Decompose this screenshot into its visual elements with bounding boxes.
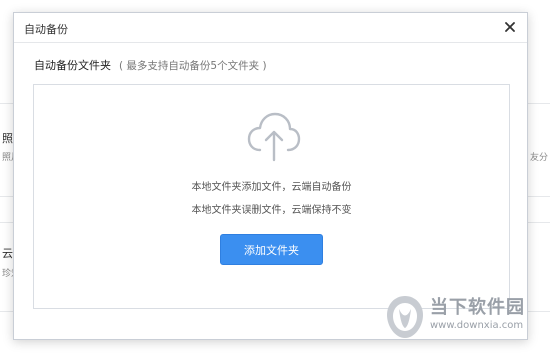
watermark-url: www.downxia.com: [430, 320, 524, 331]
dialog-title: 自动备份: [24, 23, 68, 36]
section-hint: ( 最多支持自动备份5个文件夹 ): [119, 60, 267, 72]
cloud-upload-icon: [247, 112, 301, 162]
watermark-brand: 当下软件园: [430, 297, 525, 318]
section-label-text: 自动备份文件夹: [34, 59, 111, 72]
folder-drop-zone[interactable]: 本地文件夹添加文件，云端自动备份 本地文件夹误删文件，云端保持不变 添加文件夹: [33, 84, 510, 309]
section-label: 自动备份文件夹 ( 最多支持自动备份5个文件夹 ): [34, 57, 267, 73]
background-row-right-text: 友分: [530, 153, 549, 163]
watermark: 当下软件园 www.downxia.com: [385, 288, 545, 348]
close-icon: [505, 22, 515, 32]
drop-zone-hint-line2: 本地文件夹误删文件，云端保持不变: [191, 205, 352, 216]
add-folder-button[interactable]: 添加文件夹: [220, 234, 323, 265]
close-button[interactable]: [501, 18, 519, 36]
dialog-header: 自动备份: [14, 13, 527, 43]
watermark-logo-icon: [387, 296, 423, 338]
drop-zone-hint-line1: 本地文件夹添加文件，云端自动备份: [191, 182, 352, 193]
